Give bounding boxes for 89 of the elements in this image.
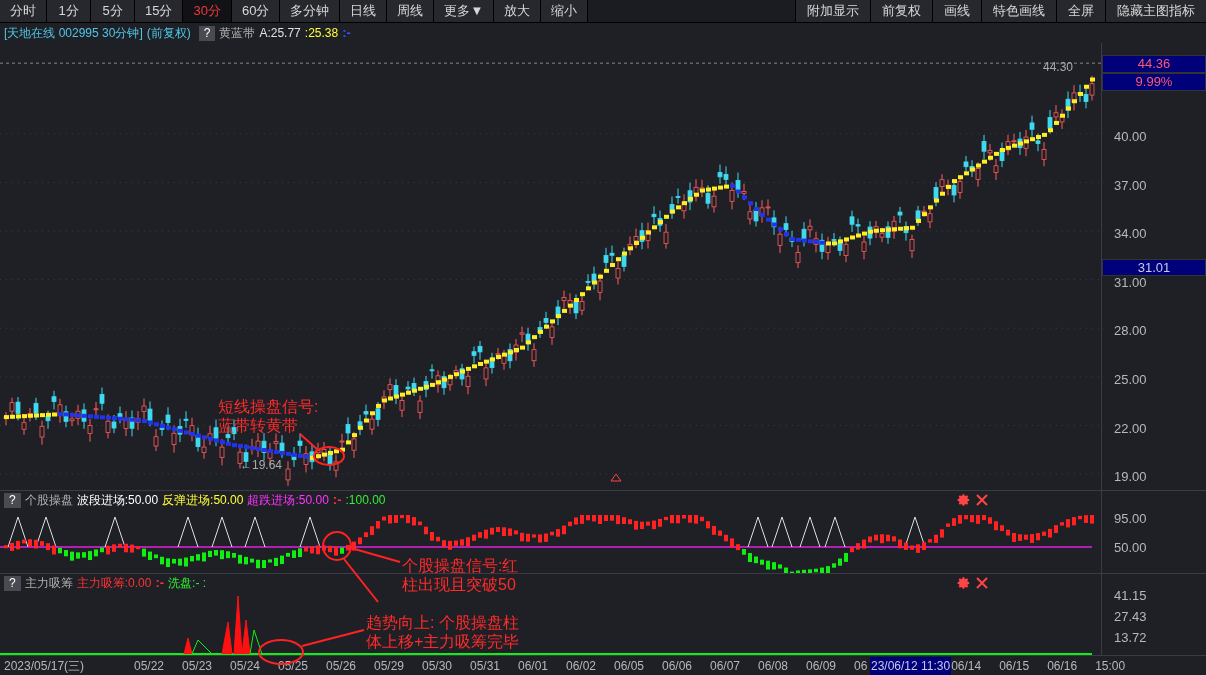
indicator-value: :100.00 — [345, 492, 386, 509]
indicator-value: :- — [155, 574, 165, 593]
time-label: 06/07 — [710, 657, 742, 675]
axis-label: 37.00 — [1113, 177, 1148, 194]
time-label: 05/24 — [230, 657, 262, 675]
help-button[interactable]: ? — [4, 575, 21, 591]
annotation-text: 趋势向上: 个股操盘柱 体上移+主力吸筹完毕 — [366, 613, 520, 651]
indicator-value: 洗盘:- : — [168, 575, 207, 592]
period-tab[interactable]: 30分 — [183, 0, 232, 22]
toolbar-button[interactable]: 前复权 — [870, 0, 932, 22]
period-tab[interactable]: 15分 — [135, 0, 184, 22]
low-price-label: ←19.64 — [240, 458, 283, 472]
toolbar-button[interactable]: 画线 — [932, 0, 981, 22]
indicator-name: 个股操盘 — [24, 492, 73, 509]
time-label: 05/30 — [422, 657, 454, 675]
settings-icon[interactable] — [957, 493, 971, 507]
indicator-value: 反弹进场:50.00 — [162, 492, 244, 509]
axis-label: 27.43 — [1114, 608, 1148, 626]
time-label: 06/08 — [758, 657, 790, 675]
help-button[interactable]: ? — [198, 25, 216, 41]
axis-label: 22.00 — [1113, 420, 1148, 437]
settings-icon[interactable] — [957, 576, 971, 590]
cursor-time-label: 23/06/12 11:30 — [870, 656, 952, 675]
toolbar-button[interactable]: 全屏 — [1056, 0, 1105, 22]
adjust-label: (前复权) — [146, 25, 191, 42]
time-label: 06/01 — [518, 657, 550, 675]
toolbar-button[interactable]: 隐藏主图指标 — [1105, 0, 1206, 22]
annotation-text: 个股操盘信号:红 柱出现且突破50 — [402, 556, 519, 594]
axis-label: 28.00 — [1113, 323, 1148, 340]
indicator-value: A:25.77 — [259, 25, 301, 42]
time-label: 06/16 — [1047, 657, 1079, 675]
last-price-label: 44.36 — [1102, 55, 1206, 73]
axis-label: 31.00 — [1113, 274, 1148, 291]
high-price-label: 44.30 — [1043, 60, 1074, 74]
period-tab[interactable]: 缩小 — [541, 0, 589, 22]
close-icon[interactable] — [975, 493, 989, 507]
period-tab[interactable]: 5分 — [91, 0, 135, 22]
time-label: 05/31 — [470, 657, 502, 675]
axis-label: 41.15 — [1114, 587, 1148, 605]
period-tab[interactable]: 60分 — [231, 0, 281, 22]
annotation-text: 短线操盘信号: 蓝带转黄带 — [218, 397, 319, 435]
time-label: 05/22 — [134, 657, 166, 675]
leader-line — [301, 629, 365, 647]
time-label: 06/02 — [566, 657, 598, 675]
change-percent-label: 9.99% — [1102, 73, 1206, 91]
time-label: 06 — [854, 657, 869, 675]
time-label: 05/26 — [326, 657, 358, 675]
annotation-circle — [313, 446, 345, 466]
period-tab[interactable]: 1分 — [47, 0, 91, 22]
help-button[interactable]: ? — [4, 492, 21, 508]
period-tab[interactable]: 分时 — [0, 0, 47, 22]
indicator-value: 波段进场:50.00 — [76, 492, 159, 509]
period-tab[interactable]: 放大 — [494, 0, 542, 22]
period-tab[interactable]: 日线 — [340, 0, 388, 22]
axis-label: 50.00 — [1114, 539, 1148, 557]
cursor-price-label: 31.01 — [1102, 259, 1206, 276]
time-label: 06/09 — [806, 657, 838, 675]
close-icon[interactable] — [975, 576, 989, 590]
axis-label: 13.72 — [1114, 629, 1148, 647]
leader-line — [299, 433, 319, 451]
time-label: 06/06 — [662, 657, 694, 675]
indicator-value: :- — [342, 24, 351, 43]
indicator-name: 黄蓝带 — [219, 25, 256, 42]
time-label: 05/25 — [278, 657, 310, 675]
axis-label: 25.00 — [1113, 371, 1148, 388]
time-label: 15:00 — [1095, 657, 1127, 675]
time-label: 06/15 — [999, 657, 1031, 675]
time-label: 06/14 — [951, 657, 983, 675]
axis-label: 19.00 — [1113, 469, 1148, 486]
toolbar-button[interactable]: 特色画线 — [981, 0, 1056, 22]
period-tab[interactable]: 多分钟 — [280, 0, 341, 22]
period-tab[interactable]: 更多▼ — [434, 0, 495, 22]
annotation-circle — [322, 531, 352, 561]
axis-label: 40.00 — [1113, 129, 1148, 145]
period-tab[interactable]: 周线 — [387, 0, 435, 22]
time-label: 05/23 — [182, 657, 214, 675]
toolbar-button[interactable]: 附加显示 — [795, 0, 870, 22]
indicator-value: :25.38 — [304, 25, 339, 42]
indicator-value: 超跌进场:50.00 — [247, 492, 329, 509]
marker-icon — [610, 473, 622, 482]
time-label: 2023/05/17(三) — [3, 657, 86, 675]
time-label: 05/29 — [374, 657, 406, 675]
stock-title: [天地在线 002995 30分钟] — [4, 25, 143, 42]
indicator-name: 主力吸筹 — [24, 575, 73, 592]
indicator-value: :- — [332, 491, 342, 510]
axis-label: 34.00 — [1113, 226, 1148, 243]
time-label: 06/05 — [614, 657, 646, 675]
indicator-value: 主力吸筹:0.00 — [76, 575, 152, 592]
axis-label: 95.00 — [1114, 510, 1148, 528]
